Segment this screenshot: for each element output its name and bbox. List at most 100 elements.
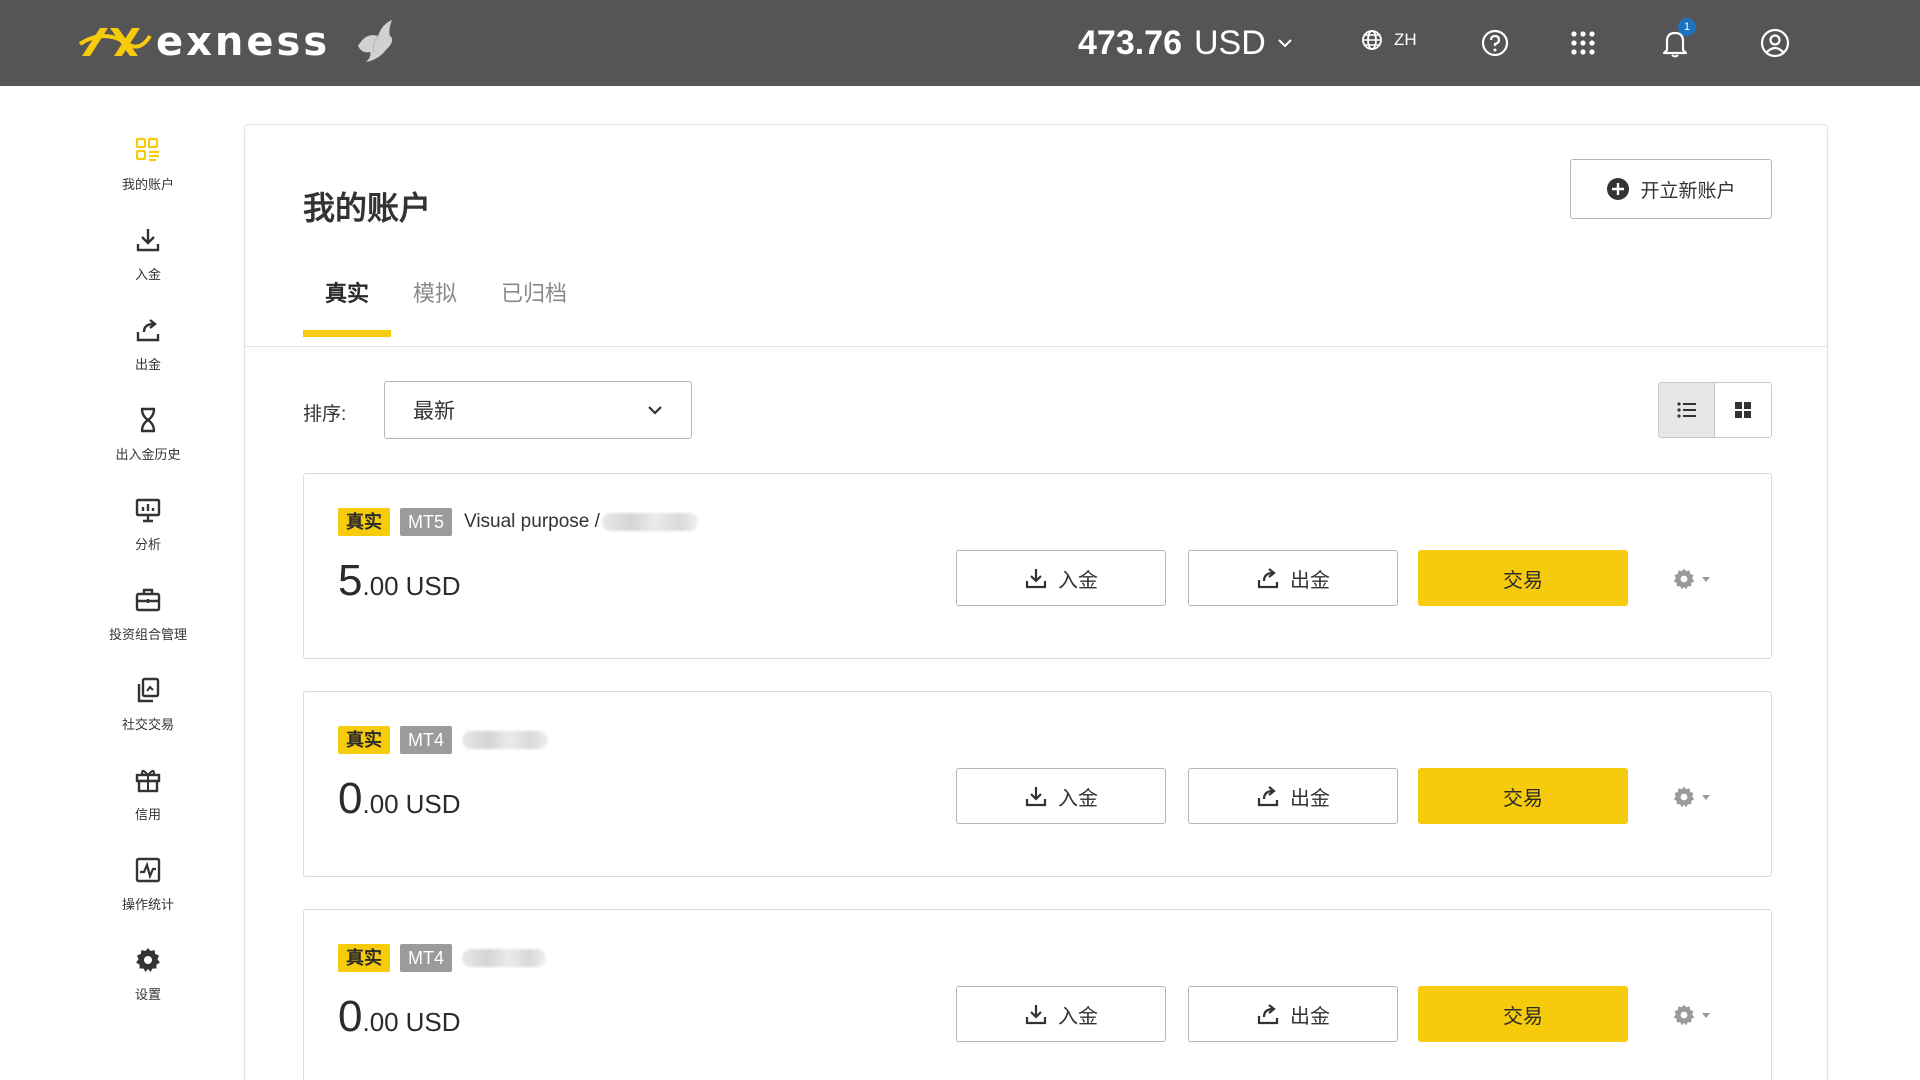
redacted-account-number xyxy=(462,949,546,967)
plus-circle-icon xyxy=(1607,178,1630,200)
balance-decimal: .00 xyxy=(362,789,399,819)
balance-currency: USD xyxy=(405,789,461,819)
balance-currency: USD xyxy=(405,1007,461,1037)
top-header: exness 473.76 USD ZH 1 xyxy=(0,0,1920,86)
profile-button[interactable] xyxy=(1756,24,1794,62)
apps-button[interactable] xyxy=(1564,24,1602,62)
balance-integer: 5 xyxy=(338,556,363,605)
account-balance: 0 .00 USD xyxy=(338,992,461,1042)
account-type-badge: 真实 xyxy=(338,944,390,972)
sidebar-item-label: 信用 xyxy=(134,807,161,822)
sidebar-item-label: 设置 xyxy=(134,987,161,1002)
upload-icon xyxy=(1257,568,1279,589)
notifications-button[interactable]: 1 xyxy=(1656,18,1696,62)
grid-accounts-icon xyxy=(135,137,159,162)
sidebar-item-label: 投资组合管理 xyxy=(108,627,187,642)
account-settings-menu[interactable] xyxy=(1672,782,1716,812)
accounts-panel: 我的账户 开立新账户 真实 模拟 已归档 排序: 最新 真实 MT5 Visua… xyxy=(244,124,1828,1080)
briefcase-icon xyxy=(135,588,161,612)
sort-dropdown[interactable]: 最新 xyxy=(384,381,692,439)
sidebar-item-social-trading[interactable]: 社交交易 xyxy=(96,676,200,750)
apps-grid-icon xyxy=(1571,31,1595,55)
language-selector[interactable]: ZH xyxy=(1360,28,1417,52)
trade-button[interactable]: 交易 xyxy=(1418,768,1628,824)
sidebar-item-transaction-history[interactable]: 出入金历史 xyxy=(96,406,200,480)
account-balance: 5 .00 USD xyxy=(338,556,461,606)
gear-icon xyxy=(136,948,160,972)
gear-icon xyxy=(1673,1004,1695,1026)
caret-down-icon xyxy=(1702,795,1710,800)
tabs-divider xyxy=(245,346,1827,347)
view-mode-toggle xyxy=(1658,382,1772,438)
account-type-badge: 真实 xyxy=(338,508,390,536)
deposit-label: 入金 xyxy=(1058,569,1098,592)
withdraw-label: 出金 xyxy=(1290,787,1330,810)
download-icon xyxy=(136,229,160,252)
withdraw-button[interactable]: 出金 xyxy=(1188,768,1398,824)
account-card: 真实 MT5 Visual purpose / 5 .00 USD 入金 出金 … xyxy=(303,473,1772,659)
withdraw-label: 出金 xyxy=(1290,1005,1330,1028)
open-new-account-button[interactable]: 开立新账户 xyxy=(1570,159,1772,219)
sidebar-item-settings[interactable]: 设置 xyxy=(96,946,200,1020)
sidebar-item-portfolio-management[interactable]: 投资组合管理 xyxy=(96,586,200,660)
caret-down-icon xyxy=(1702,1013,1710,1018)
trade-button[interactable]: 交易 xyxy=(1418,550,1628,606)
chevron-down-icon xyxy=(1278,39,1292,48)
gear-icon xyxy=(1673,568,1695,590)
account-card: 真实 MT4 0 .00 USD 入金 出金 交易 xyxy=(303,909,1772,1080)
deposit-button[interactable]: 入金 xyxy=(956,550,1166,606)
caret-down-icon xyxy=(1702,577,1710,582)
hourglass-icon xyxy=(140,407,156,433)
account-balance-selector[interactable]: 473.76 USD xyxy=(1078,18,1294,68)
sort-label: 排序: xyxy=(303,404,347,425)
pulse-chart-icon xyxy=(135,857,161,883)
sidebar-item-label: 我的账户 xyxy=(121,177,174,192)
dove-icon xyxy=(358,20,393,62)
sidebar-item-withdraw[interactable]: 出金 xyxy=(96,316,200,390)
account-tags: 真实 MT4 xyxy=(338,726,548,754)
sidebar-item-label: 出入金历史 xyxy=(115,447,181,462)
language-code: ZH xyxy=(1394,30,1417,49)
download-icon xyxy=(1025,787,1047,807)
withdraw-label: 出金 xyxy=(1290,569,1330,592)
exness-logo[interactable]: exness xyxy=(78,12,400,72)
withdraw-button[interactable]: 出金 xyxy=(1188,986,1398,1042)
tab-archived[interactable]: 已归档 xyxy=(479,273,589,337)
list-view-button[interactable] xyxy=(1659,383,1715,437)
sidebar-item-credit[interactable]: 信用 xyxy=(96,766,200,840)
balance-decimal: .00 xyxy=(362,1007,399,1037)
user-avatar-icon xyxy=(1760,28,1790,58)
balance-currency: USD xyxy=(1194,23,1266,62)
tab-demo[interactable]: 模拟 xyxy=(391,273,479,337)
platform-badge: MT5 xyxy=(400,508,452,536)
help-button[interactable] xyxy=(1476,24,1514,62)
grid-view-button[interactable] xyxy=(1715,383,1771,437)
deposit-button[interactable]: 入金 xyxy=(956,768,1166,824)
presentation-chart-icon xyxy=(135,498,161,523)
sidebar-item-my-accounts[interactable]: 我的账户 xyxy=(96,136,200,210)
account-tags: 真实 MT4 xyxy=(338,944,546,972)
gift-icon xyxy=(135,769,161,793)
balance-amount: 473.76 xyxy=(1078,23,1182,62)
withdraw-button[interactable]: 出金 xyxy=(1188,550,1398,606)
deposit-button[interactable]: 入金 xyxy=(956,986,1166,1042)
account-settings-menu[interactable] xyxy=(1672,1000,1716,1030)
download-icon xyxy=(1025,569,1047,589)
trade-button[interactable]: 交易 xyxy=(1418,986,1628,1042)
platform-badge: MT4 xyxy=(400,944,452,972)
deposit-label: 入金 xyxy=(1058,787,1098,810)
upload-icon xyxy=(136,319,160,342)
sidebar-item-operation-statistics[interactable]: 操作统计 xyxy=(96,856,200,930)
copy-trading-icon xyxy=(137,677,160,703)
account-tags: 真实 MT5 Visual purpose / xyxy=(338,508,698,536)
sidebar-item-deposit[interactable]: 入金 xyxy=(96,226,200,300)
platform-badge: MT4 xyxy=(400,726,452,754)
tab-real[interactable]: 真实 xyxy=(303,273,392,337)
upload-icon xyxy=(1257,1004,1279,1025)
exness-mark-icon xyxy=(78,28,152,56)
sidebar-item-label: 社交交易 xyxy=(121,717,174,732)
grid-view-icon xyxy=(1735,402,1751,418)
sidebar-item-analytics[interactable]: 分析 xyxy=(96,496,200,570)
account-tabs: 真实 模拟 已归档 xyxy=(303,273,589,337)
account-settings-menu[interactable] xyxy=(1672,564,1716,594)
